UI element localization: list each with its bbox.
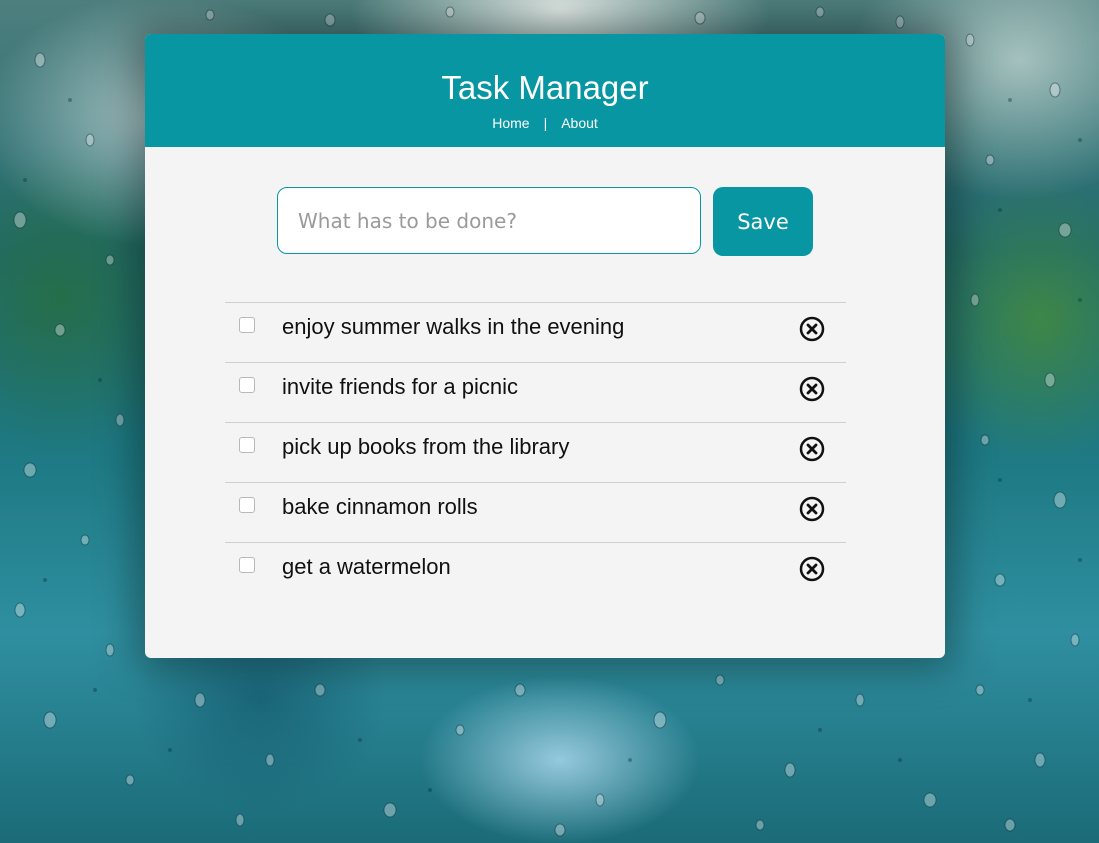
delete-task-button[interactable] [799, 436, 825, 462]
task-manager-card: Task Manager Home | About Save enjoy summe… [145, 34, 945, 658]
new-task-input[interactable] [277, 187, 701, 254]
close-circle-icon [799, 316, 825, 342]
nav-separator: | [543, 115, 548, 131]
delete-task-button[interactable] [799, 556, 825, 582]
close-circle-icon [799, 436, 825, 462]
task-text: bake cinnamon rolls [282, 494, 478, 519]
task-item: invite friends for a picnic [225, 362, 846, 422]
nav-link-about[interactable]: About [561, 115, 598, 131]
task-text: pick up books from the library [282, 434, 570, 459]
delete-task-button[interactable] [799, 496, 825, 522]
close-circle-icon [799, 556, 825, 582]
task-item: bake cinnamon rolls [225, 482, 846, 542]
task-item: enjoy summer walks in the evening [225, 302, 846, 362]
page-title: Task Manager [441, 69, 649, 106]
task-checkbox[interactable] [239, 437, 255, 453]
main-nav: Home | About [145, 114, 945, 132]
nav-link-home[interactable]: Home [492, 115, 529, 131]
task-item: get a watermelon [225, 542, 846, 602]
save-button[interactable]: Save [713, 187, 813, 256]
task-item: pick up books from the library [225, 422, 846, 482]
delete-task-button[interactable] [799, 376, 825, 402]
delete-task-button[interactable] [799, 316, 825, 342]
task-text: enjoy summer walks in the evening [282, 314, 625, 339]
app-header: Task Manager Home | About [145, 34, 945, 147]
task-checkbox[interactable] [239, 317, 255, 333]
task-checkbox[interactable] [239, 377, 255, 393]
task-checkbox[interactable] [239, 497, 255, 513]
task-text: invite friends for a picnic [282, 374, 518, 399]
task-checkbox[interactable] [239, 557, 255, 573]
close-circle-icon [799, 496, 825, 522]
task-text: get a watermelon [282, 554, 451, 579]
close-circle-icon [799, 376, 825, 402]
task-list: enjoy summer walks in the evening invite… [225, 302, 846, 602]
